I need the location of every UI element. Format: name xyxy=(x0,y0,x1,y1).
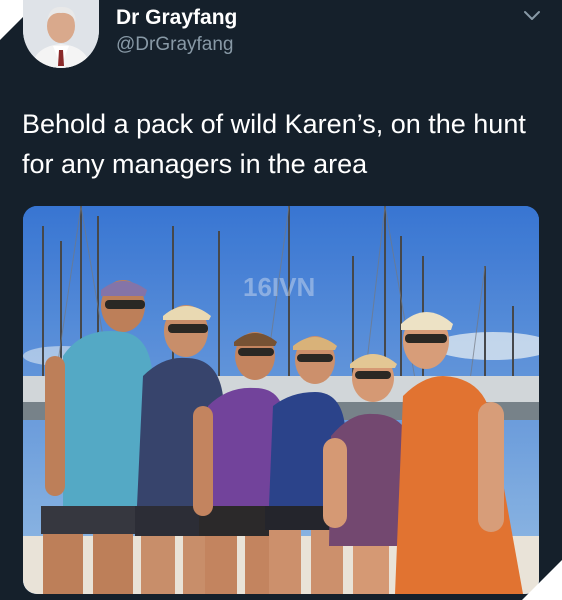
author-display-name[interactable]: Dr Grayfang xyxy=(116,6,237,30)
chevron-down-icon[interactable] xyxy=(522,8,542,22)
tweet-text: Behold a pack of wild Karen’s, on the hu… xyxy=(22,109,526,179)
author-handle[interactable]: @DrGrayfang xyxy=(116,34,234,56)
corner-decoration xyxy=(522,560,562,600)
tweet-photo[interactable]: 16IVN xyxy=(23,206,539,594)
avatar[interactable] xyxy=(23,0,99,68)
